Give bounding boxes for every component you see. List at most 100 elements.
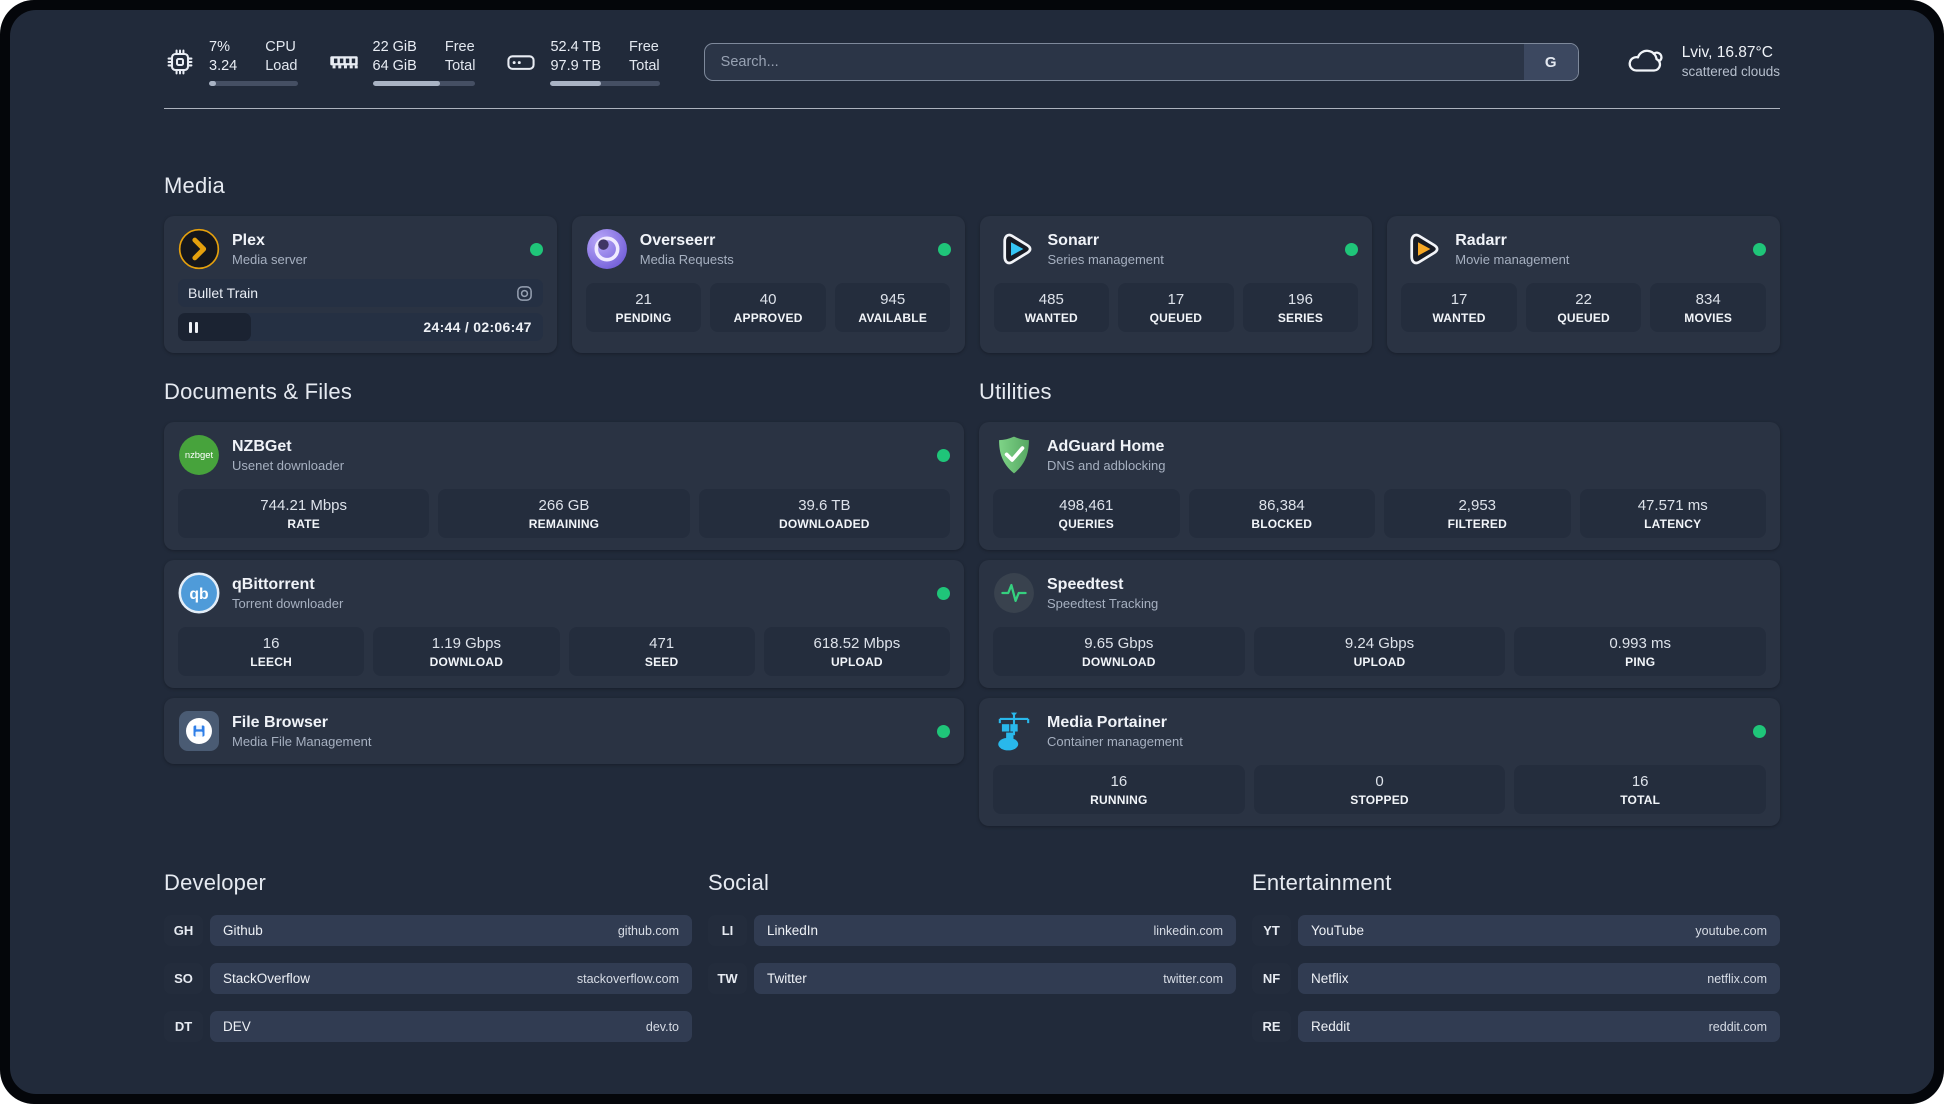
app-card-speedtest[interactable]: Speedtest Speedtest Tracking 9.65 Gbps D… [979,560,1780,689]
stat-tile: 21 PENDING [585,283,702,333]
app-card-plex[interactable]: Plex Media server Bullet Train 24:44 / 0… [164,216,557,354]
app-subtitle: DNS and adblocking [1047,458,1166,474]
link-tag: RE [1252,1011,1291,1043]
memory-free: 22 GiB [372,39,417,55]
nzbget-icon: nzbget [178,434,220,476]
now-playing-time: 24:44 / 02:06:47 [423,319,532,336]
qbittorrent-icon: qb [178,572,220,614]
app-title: Speedtest [1047,576,1124,594]
stat-tile: 9.24 Gbps UPLOAD [1253,627,1506,677]
stat-tile: 945 AVAILABLE [834,283,951,333]
app-card-sonarr[interactable]: Sonarr Series management 485 WANTED 17 Q… [979,216,1373,354]
stat-tile: 16 RUNNING [993,765,1245,815]
app-title: AdGuard Home [1047,438,1165,456]
stat-tile: 618.52 Mbps UPLOAD [763,627,950,677]
app-card-nzbget[interactable]: nzbget NZBGet Usenet downloader 744.21 M… [164,422,964,551]
search-input[interactable] [704,54,1524,71]
radarr-icon [1401,228,1443,270]
link-url: dev.to [645,1019,679,1034]
stat-tile: 9.65 Gbps DOWNLOAD [993,627,1245,677]
stat-tile: 266 GB REMAINING [438,489,690,539]
app-subtitle: Movie management [1455,252,1570,268]
app-card-filebrowser[interactable]: File Browser Media File Management [164,698,964,765]
storage-progress [550,81,660,87]
stat-tile: 22 QUEUED [1525,283,1642,333]
link-url: stackoverflow.com [576,971,679,986]
portainer-icon [993,710,1035,752]
filebrowser-icon [178,710,220,752]
app-card-overseerr[interactable]: Overseerr Media Requests 21 PENDING 40 A… [571,216,965,354]
stat-tile: 17 WANTED [1401,283,1517,333]
link-github[interactable]: GH Github github.com [164,915,692,947]
pause-button[interactable] [189,321,198,333]
link-url: youtube.com [1695,923,1767,938]
link-url: netflix.com [1707,971,1767,986]
overseerr-icon [586,228,628,270]
link-dev[interactable]: DT DEV dev.to [164,1011,692,1043]
stat-tile: 1.19 Gbps DOWNLOAD [373,627,560,677]
stat-tile: 86,384 BLOCKED [1188,489,1375,539]
link-name: Github [223,923,263,939]
app-card-qbittorrent[interactable]: qb qBittorrent Torrent downloader 16 LEE… [164,560,964,689]
link-url: twitter.com [1163,971,1223,986]
svg-text:qb: qb [189,586,208,603]
stat-tile: 16 LEECH [178,627,365,677]
app-subtitle: Speedtest Tracking [1047,596,1159,612]
memory-total: 64 GiB [372,58,417,75]
section-media: Media Plex Media server Bullet Train 24:… [164,173,1780,354]
link-name: DEV [223,1019,251,1035]
link-url: linkedin.com [1153,923,1223,938]
app-title: Media Portainer [1047,714,1168,732]
search-bar[interactable]: G [703,43,1579,82]
section-title-developer: Developer [164,870,267,896]
link-stackoverflow[interactable]: SO StackOverflow stackoverflow.com [164,963,692,995]
link-name: Reddit [1311,1019,1351,1035]
stat-tile: 16 TOTAL [1514,765,1767,815]
app-title: Plex [232,232,265,250]
app-subtitle: Media File Management [232,734,372,750]
now-playing-type-icon [516,285,533,302]
app-card-adguard[interactable]: AdGuard Home DNS and adblocking 498,461 … [979,422,1780,551]
cpu-stat: 7% 3.24 CPU Load [164,38,298,87]
link-name: LinkedIn [767,923,819,939]
link-tag: SO [164,963,203,995]
link-name: Twitter [767,971,807,987]
memory-progress [372,81,476,87]
status-dot [1753,242,1766,256]
app-subtitle: Media server [232,252,308,268]
svg-text:nzbget: nzbget [185,450,214,461]
link-linkedin[interactable]: LI LinkedIn linkedin.com [708,915,1236,947]
app-subtitle: Series management [1047,252,1164,268]
link-name: StackOverflow [223,971,311,987]
app-title: NZBGet [232,438,292,456]
app-subtitle: Media Requests [639,252,734,268]
app-card-portainer[interactable]: Media Portainer Container management 16 … [979,698,1780,827]
cloud-icon [1625,42,1667,83]
cpu-label-bottom: Load [265,58,298,75]
search-provider-button[interactable]: G [1523,44,1578,81]
section-documents: Documents & Files nzbget NZBGet Usenet d… [164,379,964,826]
app-card-radarr[interactable]: Radarr Movie management 17 WANTED 22 QUE… [1387,216,1780,354]
app-title: qBittorrent [232,576,315,594]
link-url: reddit.com [1708,1019,1767,1034]
link-url: github.com [617,923,679,938]
system-stats: 7% 3.24 CPU Load 22 GiB 64 GiB Free Tota… [164,38,660,87]
status-dot [1753,724,1766,738]
header-divider [164,108,1780,110]
section-developer: Developer GH Github github.com SO StackO… [164,870,692,1059]
section-title-social: Social [708,870,770,896]
stat-tile: 498,461 QUERIES [993,489,1180,539]
status-dot [937,242,951,256]
link-youtube[interactable]: YT YouTube youtube.com [1252,915,1780,947]
link-reddit[interactable]: RE Reddit reddit.com [1252,1011,1780,1043]
status-dot [937,586,950,600]
link-netflix[interactable]: NF Netflix netflix.com [1252,963,1780,995]
cpu-load-value: 3.24 [209,58,238,75]
app-subtitle: Container management [1047,734,1183,750]
cpu-usage: 7% [209,39,230,55]
stat-tile: 40 APPROVED [710,283,826,333]
link-twitter[interactable]: TW Twitter twitter.com [708,963,1236,995]
weather-location-temp: Lviv, 16.87°C [1681,43,1773,61]
sonarr-icon [994,228,1036,270]
storage-free: 52.4 TB [550,39,602,55]
